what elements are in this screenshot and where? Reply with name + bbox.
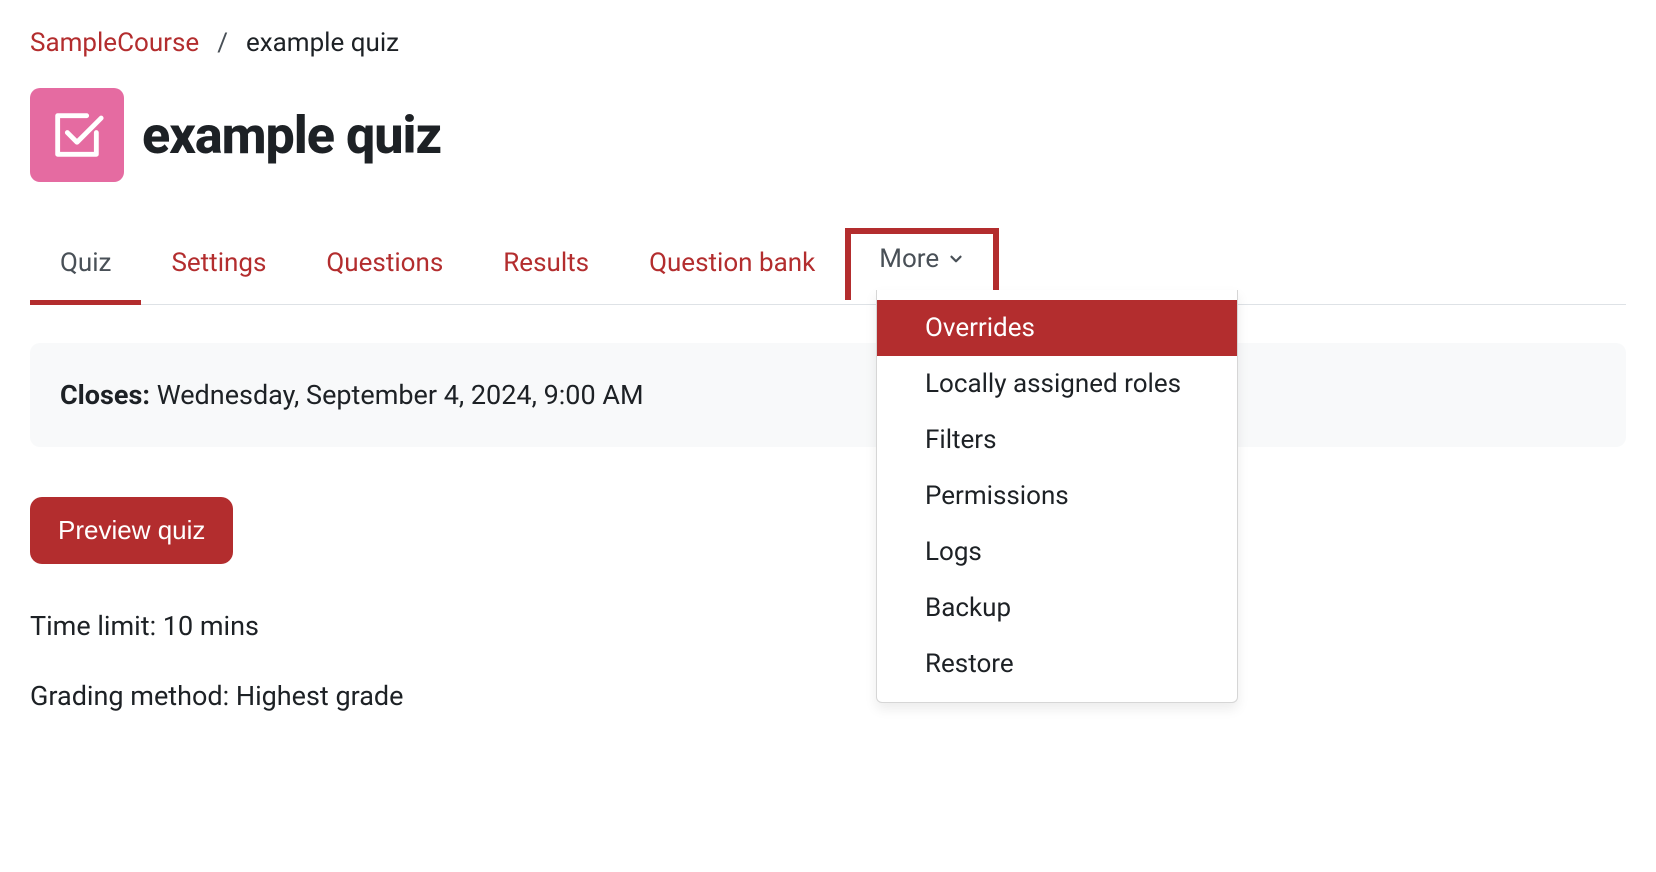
- tab-question-bank[interactable]: Question bank: [619, 238, 845, 304]
- dropdown-item-overrides[interactable]: Overrides: [877, 300, 1237, 356]
- page-title: example quiz: [142, 105, 441, 166]
- breadcrumb-separator: /: [217, 28, 228, 58]
- tab-settings[interactable]: Settings: [141, 238, 296, 304]
- dropdown-item-locally-assigned-roles[interactable]: Locally assigned roles: [877, 356, 1237, 412]
- tab-questions[interactable]: Questions: [296, 238, 473, 304]
- tab-quiz[interactable]: Quiz: [30, 238, 141, 304]
- breadcrumb: SampleCourse / example quiz: [30, 28, 1626, 58]
- tab-results[interactable]: Results: [473, 238, 619, 304]
- chevron-down-icon: [947, 250, 965, 268]
- dropdown-item-logs[interactable]: Logs: [877, 524, 1237, 580]
- tab-more-label: More: [879, 244, 939, 274]
- quiz-details: Time limit: 10 mins Grading method: High…: [30, 610, 1626, 712]
- closes-value: Wednesday, September 4, 2024, 9:00 AM: [157, 379, 644, 411]
- breadcrumb-current: example quiz: [246, 28, 399, 58]
- breadcrumb-course-link[interactable]: SampleCourse: [30, 28, 199, 58]
- time-limit-text: Time limit: 10 mins: [30, 610, 1626, 642]
- dropdown-item-backup[interactable]: Backup: [877, 580, 1237, 636]
- dropdown-item-restore[interactable]: Restore: [877, 636, 1237, 692]
- more-dropdown: Overrides Locally assigned roles Filters…: [876, 290, 1238, 703]
- closes-label: Closes:: [60, 379, 150, 411]
- tab-bar: Quiz Settings Questions Results Question…: [30, 238, 1626, 305]
- closes-info-box: Closes: Wednesday, September 4, 2024, 9:…: [30, 343, 1626, 447]
- quiz-icon: [30, 88, 124, 182]
- grading-method-text: Grading method: Highest grade: [30, 680, 1626, 712]
- dropdown-item-filters[interactable]: Filters: [877, 412, 1237, 468]
- dropdown-item-permissions[interactable]: Permissions: [877, 468, 1237, 524]
- title-row: example quiz: [30, 88, 1626, 182]
- preview-quiz-button[interactable]: Preview quiz: [30, 497, 233, 564]
